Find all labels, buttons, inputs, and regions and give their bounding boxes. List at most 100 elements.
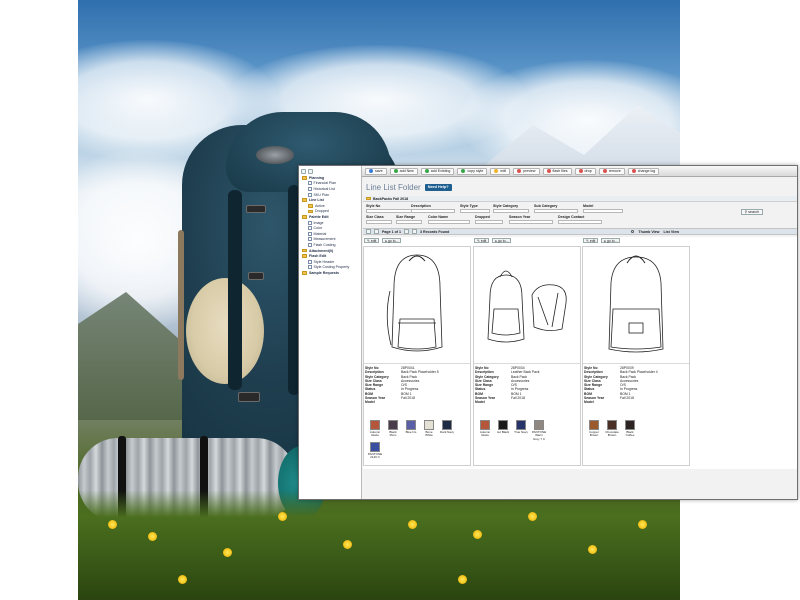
product-card[interactable]: Style No 28P0041 Description Back Pack Plac… — [363, 246, 471, 466]
design-contact-select[interactable] — [558, 220, 602, 224]
filter-panel: Style No Description Style Type Style Ca… — [363, 202, 797, 228]
main-panel: Line List Folder Need Help? BackPacks Fa… — [363, 178, 797, 499]
color-swatches: Copper Brown Chocolate Brown Black Coffee — [587, 420, 685, 438]
list-view-label[interactable]: List View — [663, 230, 679, 234]
color-swatch[interactable]: Black Plum — [386, 420, 400, 438]
page-indicator: Page 1 of 1 — [382, 229, 401, 234]
need-help-button[interactable]: Need Help? — [424, 183, 452, 191]
copy-icon — [461, 169, 466, 173]
remove-icon — [602, 169, 607, 173]
thumb-view-radio[interactable] — [630, 229, 635, 234]
copy-style-button[interactable]: copy style — [457, 167, 488, 175]
color-swatch[interactable]: Bone White — [422, 420, 436, 438]
swatch-label: PANTONE 2140 C — [367, 451, 383, 460]
swatch-chip — [370, 441, 380, 452]
flower — [278, 512, 287, 521]
preview-button[interactable]: preview — [513, 167, 540, 175]
flower — [528, 512, 537, 521]
folder-icon — [302, 248, 307, 253]
description-field[interactable] — [411, 209, 455, 213]
size-class-select[interactable] — [366, 220, 392, 224]
edit-button[interactable]: edit — [490, 167, 511, 175]
spec-table: Style No 28P0039 Description Back Pack Plac… — [584, 366, 684, 405]
folder-icon — [366, 196, 371, 201]
product-image[interactable] — [364, 247, 470, 364]
color-swatch[interactable]: Autumn Glaze — [478, 420, 492, 441]
refresh-icon[interactable] — [308, 169, 313, 174]
last-page-button[interactable] — [411, 229, 417, 234]
filter-label: Description — [411, 204, 431, 208]
swatch-chip — [589, 420, 599, 430]
flower — [343, 540, 352, 549]
model-field[interactable] — [583, 209, 623, 213]
product-card[interactable]: Style No 28P0034 Description Leather Back P… — [473, 246, 581, 466]
prev-page-button[interactable] — [374, 229, 379, 234]
folder-icon — [302, 215, 307, 219]
remove-button[interactable]: remove — [598, 167, 625, 175]
first-page-button[interactable] — [366, 229, 371, 234]
color-swatch[interactable]: PANTONE Warm Grey 7 C — [532, 420, 546, 441]
add-Existing-button[interactable]: add Existing — [420, 167, 455, 175]
filter-label: Style Type — [460, 204, 478, 208]
buckle — [238, 392, 260, 402]
next-page-button[interactable] — [403, 229, 409, 234]
sub-category-select[interactable] — [534, 209, 578, 213]
toolbar-button-label: remove — [608, 169, 621, 173]
tree-item-sample-requests[interactable]: Sample Requests — [299, 270, 361, 276]
edit-icon: ✎ — [367, 238, 370, 243]
style-category-select[interactable] — [493, 209, 529, 213]
color-swatch[interactable]: Autumn Glaze — [368, 420, 382, 438]
size-range-select[interactable] — [396, 220, 422, 224]
go-to-button[interactable]: ▸ go to... — [492, 238, 512, 243]
document-icon — [308, 226, 312, 231]
toolbar-button-label: flash files — [552, 169, 568, 173]
goto-icon: ▸ — [495, 238, 498, 243]
color-name-field[interactable] — [428, 220, 470, 224]
tree-item-label: Palette Edit — [309, 214, 329, 219]
color-swatch[interactable]: Jet Black — [496, 420, 510, 441]
dropped-select[interactable] — [475, 220, 503, 224]
card-actions: ✎ edit ▸ go to... — [582, 237, 621, 244]
drop-button[interactable]: drop — [574, 167, 596, 175]
color-swatch[interactable]: Blue Iris — [404, 420, 418, 438]
swatch-chip — [516, 420, 526, 430]
toolbar-button-label: add New — [399, 169, 414, 173]
change-log-button[interactable]: change log — [627, 167, 660, 175]
edit-button[interactable]: ✎ edit — [364, 238, 380, 243]
color-swatch[interactable]: True Navy — [514, 420, 528, 441]
filter-label: Color Name — [428, 215, 449, 219]
add-existing-icon — [424, 169, 429, 173]
style-type-select[interactable] — [460, 209, 490, 213]
color-swatch[interactable]: Copper Brown — [587, 420, 601, 438]
backpack-strap — [228, 190, 242, 390]
search-button[interactable]: ⚲ search — [740, 209, 763, 215]
spec-table: Style No 28P0041 Description Back Pack Plac… — [365, 366, 465, 405]
color-swatch[interactable]: Dark Navy — [440, 420, 454, 438]
swatch-label: Jet Black — [496, 430, 510, 434]
flower — [588, 545, 597, 554]
filter-label: Size Range — [396, 215, 416, 219]
color-swatch[interactable]: PANTONE 2140 C — [367, 441, 383, 460]
line-list-app-window: save add New add Existing copy style edit pre… — [298, 165, 798, 500]
save-button[interactable]: save — [365, 167, 387, 175]
collapse-icon[interactable] — [301, 169, 306, 174]
color-swatch[interactable]: Black Coffee — [623, 420, 637, 438]
toolbar-button-label: drop — [584, 169, 592, 173]
swatch-label: PANTONE Warm Grey 7 C — [531, 430, 547, 441]
season-year-select[interactable] — [509, 220, 553, 224]
add-New-button[interactable]: add New — [389, 167, 418, 175]
swatch-label: True Navy — [514, 430, 528, 434]
edit-button[interactable]: ✎ edit — [474, 238, 490, 243]
product-card[interactable]: Style No 28P0039 Description Back Pack Plac… — [582, 246, 690, 466]
filter-label: Size Class — [366, 215, 384, 219]
spec-value: Fall 2018 — [511, 396, 525, 401]
edit-button-label: edit — [480, 238, 487, 243]
product-image[interactable] — [474, 247, 580, 364]
go-to-button[interactable]: ▸ go to... — [601, 238, 621, 243]
edit-button[interactable]: ✎ edit — [583, 238, 599, 243]
product-image[interactable] — [583, 247, 689, 364]
color-swatch[interactable]: Chocolate Brown — [605, 420, 619, 438]
go-to-button[interactable]: ▸ go to... — [382, 238, 402, 243]
flash-files-button[interactable]: flash files — [542, 167, 572, 175]
swatch-chip — [406, 420, 416, 430]
